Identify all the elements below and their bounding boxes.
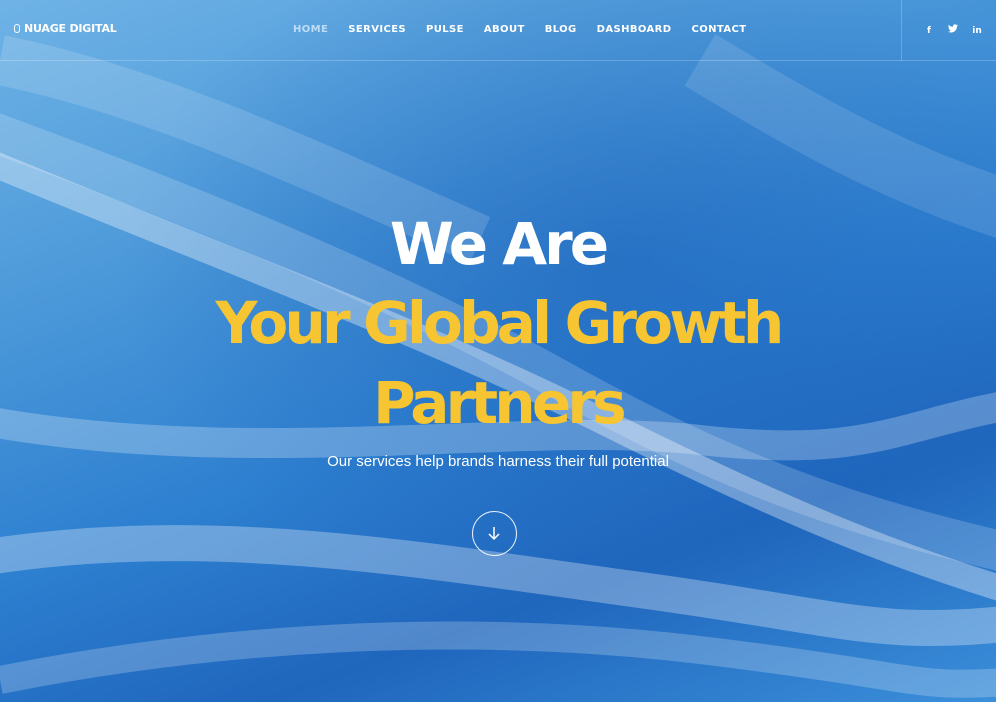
twitter-icon[interactable] (948, 24, 958, 37)
nav-item-home[interactable]: HOME (283, 24, 338, 35)
social-links: f in (924, 24, 982, 37)
linkedin-icon[interactable]: in (972, 25, 982, 37)
nav-item-contact[interactable]: CONTACT (681, 24, 756, 35)
header-divider (901, 0, 902, 61)
nav-item-pulse[interactable]: PULSE (416, 24, 474, 35)
hero-title-line1: We Are (389, 210, 609, 278)
main-nav: HOME SERVICES PULSE ABOUT BLOG DASHBOARD… (283, 24, 756, 35)
scroll-down-button[interactable] (472, 511, 517, 556)
nav-item-about[interactable]: ABOUT (474, 24, 535, 35)
facebook-icon[interactable]: f (924, 25, 934, 37)
nav-item-services[interactable]: SERVICES (338, 24, 416, 35)
nav-item-dashboard[interactable]: DASHBOARD (587, 24, 682, 35)
hero-subtitle: Our services help brands harness their f… (327, 453, 669, 470)
page: NUAGE DIGITAL HOME SERVICES PULSE ABOUT … (0, 0, 996, 702)
brand-logo[interactable]: NUAGE DIGITAL (14, 22, 117, 35)
hero-heading: We Are Your Global Growth Partners (0, 205, 996, 443)
hero-title-line2: Your Global Growth (215, 289, 785, 357)
logo-mark-icon (14, 24, 20, 33)
hero-title-line3: Partners (373, 369, 627, 437)
nav-item-blog[interactable]: BLOG (535, 24, 587, 35)
brand-name: NUAGE DIGITAL (24, 22, 117, 35)
arrow-down-icon (488, 527, 500, 541)
site-header: NUAGE DIGITAL HOME SERVICES PULSE ABOUT … (0, 0, 996, 61)
